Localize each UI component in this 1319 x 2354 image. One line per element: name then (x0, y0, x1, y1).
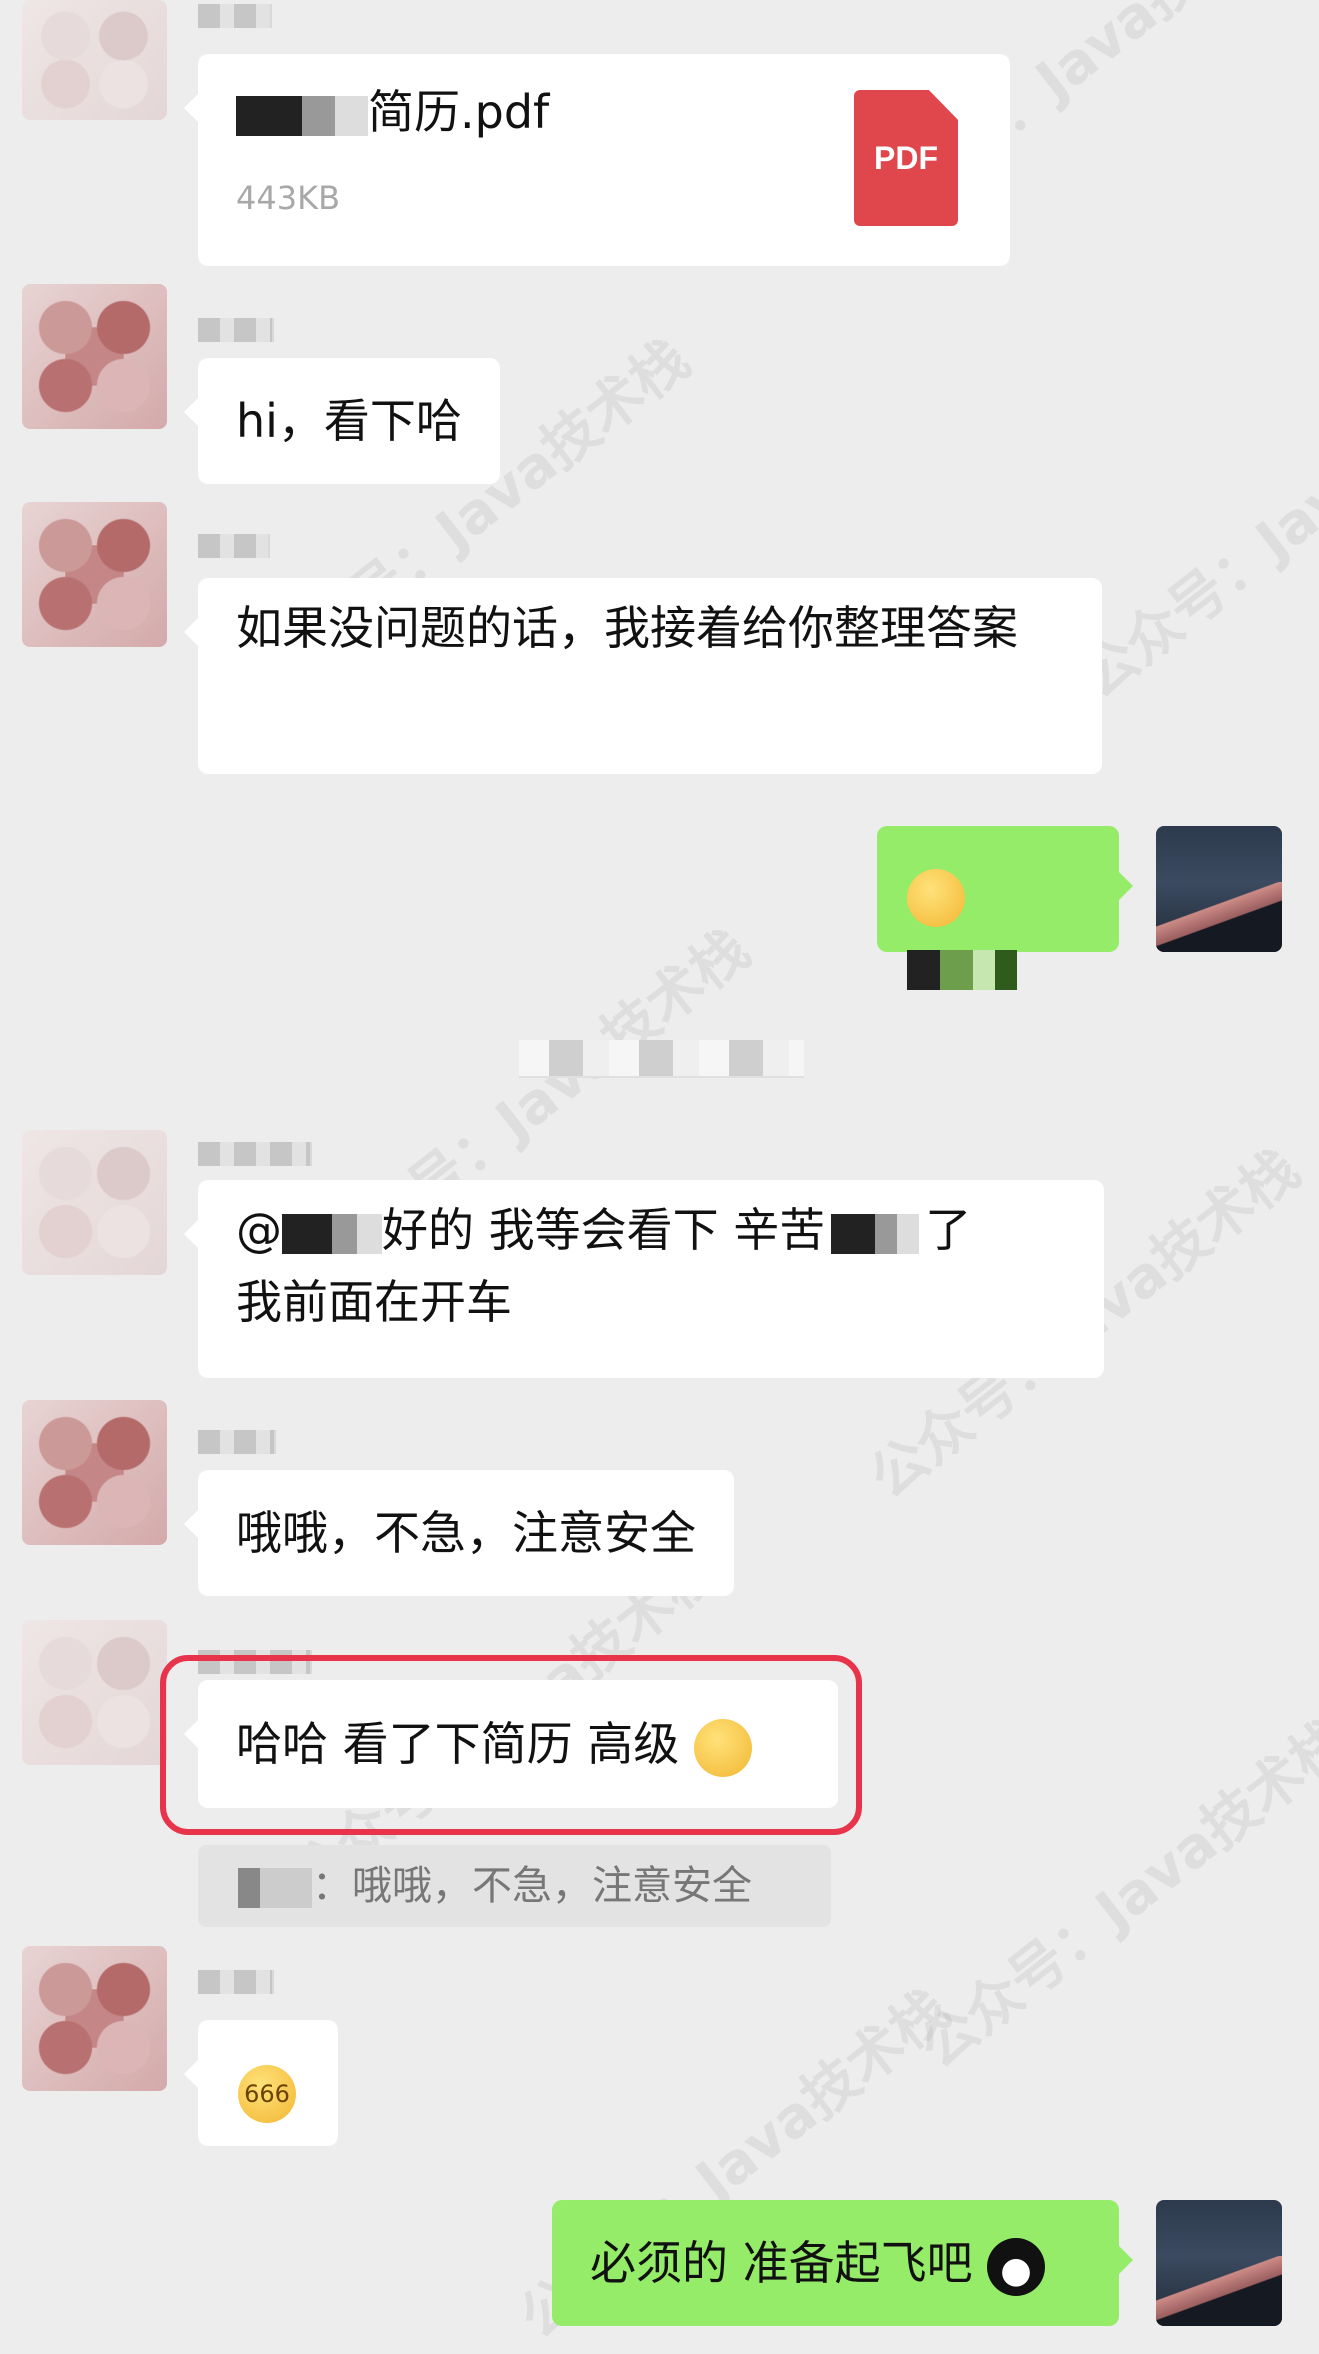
sender-name (198, 4, 272, 28)
mention-symbol: @ (236, 1203, 282, 1257)
sender-avatar[interactable] (22, 502, 167, 647)
mountain-photo (1156, 2256, 1282, 2326)
sender-name (198, 1142, 312, 1166)
redacted-text (907, 949, 1017, 990)
sender-avatar[interactable] (22, 0, 167, 120)
text-message: 哦哦，不急，注意安全 (184, 1470, 734, 1596)
pdf-file-icon: PDF (854, 90, 958, 226)
quote-text: ：哦哦，不急，注意安全 (312, 1863, 752, 1909)
sender-avatar[interactable] (22, 1130, 167, 1275)
blushing-face-emoji (907, 868, 965, 927)
sender-name (198, 1970, 274, 1994)
watermark: 公众号：Java技术栈 (908, 1707, 1319, 2082)
quoted-reply[interactable]: ：哦哦，不急，注意安全 (198, 1845, 831, 1927)
message-line: 了 (925, 1203, 972, 1257)
redacted-text (282, 1213, 382, 1254)
sender-avatar[interactable] (22, 284, 167, 429)
qq-penguin-emoji (987, 2237, 1046, 2296)
redacted-text (831, 1213, 920, 1254)
timestamp-divider (519, 1040, 804, 1078)
sender-name (198, 534, 270, 558)
outgoing-message (877, 826, 1133, 990)
message-line: 我前面在开车 (236, 1275, 512, 1329)
outgoing-message: 必须的 准备起飞吧 (552, 2200, 1133, 2326)
my-avatar[interactable] (1156, 826, 1282, 952)
text-message: @ 好的 我等会看下 辛苦 了 我前面在开车 (184, 1180, 1104, 1378)
666-thinking-emoji: 666 (238, 2064, 296, 2123)
highlight-frame (160, 1655, 862, 1835)
my-avatar[interactable] (1156, 2200, 1282, 2326)
sender-name (198, 1430, 276, 1454)
text-message: 如果没问题的话，我接着给你整理答案 (184, 578, 1102, 774)
file-name-text: 简历.pdf (368, 85, 550, 139)
chat-window: 公众号：Java技术栈 公众号：Java技术栈 公众号：Java技术栈 公众号：… (0, 0, 1319, 2351)
redacted-text (238, 1868, 312, 1908)
message-text: 必须的 准备起飞吧 (590, 2236, 973, 2290)
message-line: 好的 我等会看下 辛苦 (382, 1203, 826, 1257)
sticker-message: 666 (184, 2020, 338, 2146)
sender-avatar[interactable] (22, 1946, 167, 2091)
sender-name (198, 318, 274, 342)
file-size: 443KB (236, 179, 341, 217)
text-message: hi，看下哈 (184, 358, 500, 484)
redacted-text (236, 95, 368, 136)
mountain-photo (1156, 882, 1282, 952)
sender-avatar[interactable] (22, 1400, 167, 1545)
sender-avatar[interactable] (22, 1620, 167, 1765)
file-name: 简历.pdf (236, 84, 549, 140)
file-message[interactable]: 简历.pdf 443KB PDF (184, 54, 1010, 266)
